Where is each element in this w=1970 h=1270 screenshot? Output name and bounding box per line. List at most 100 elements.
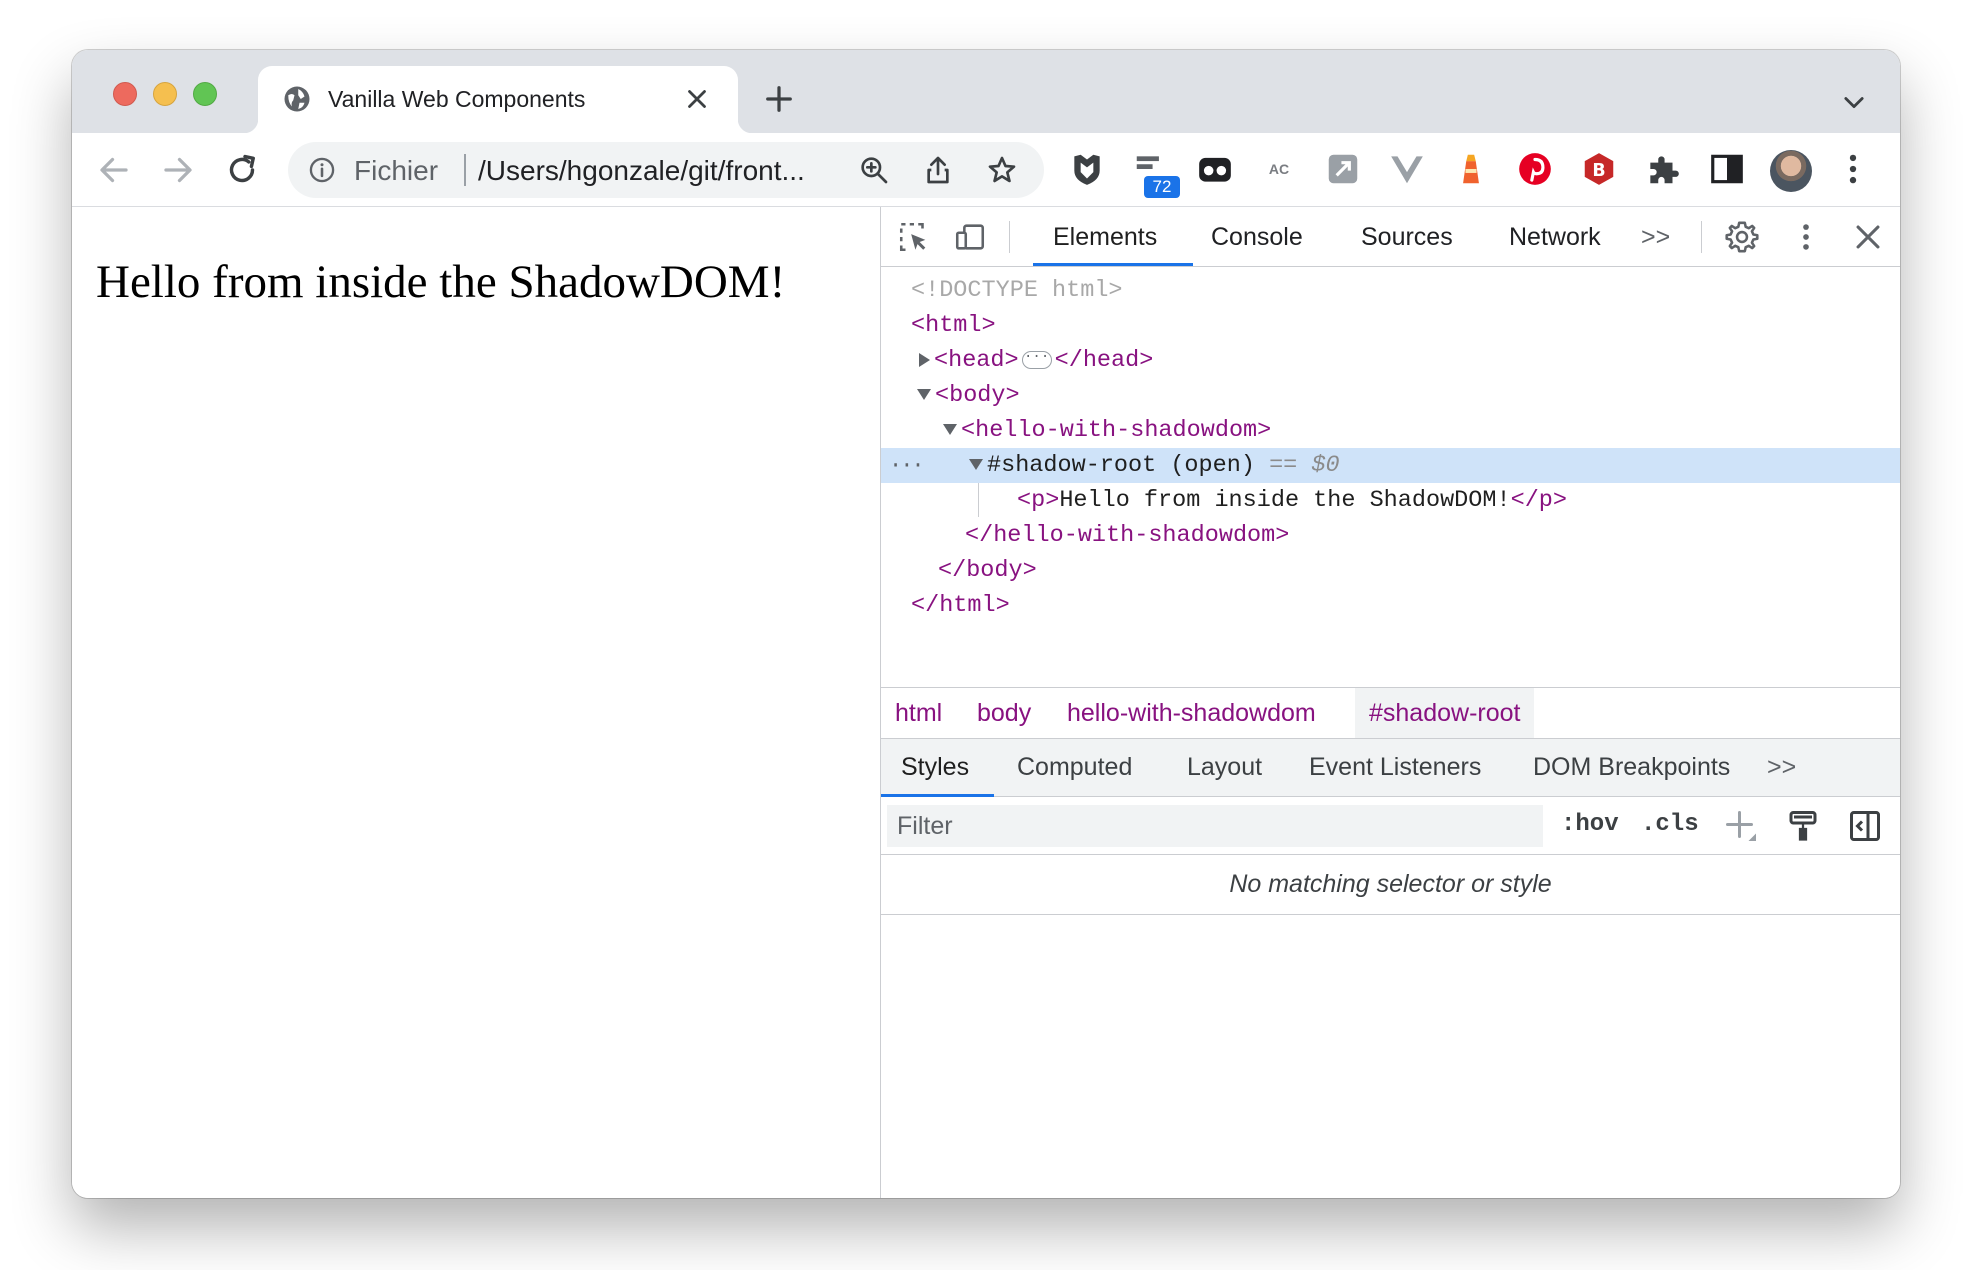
tree-row-doctype[interactable]: <!DOCTYPE html> [881,273,1900,308]
side-panel-icon[interactable] [1708,150,1746,188]
gear-icon[interactable] [1725,220,1759,254]
toggle-sidebar-icon[interactable] [1847,808,1883,844]
tab-computed[interactable]: Computed [1017,753,1132,782]
more-tabs-button[interactable]: >> [1767,753,1796,782]
pinterest-icon[interactable] [1516,150,1554,188]
share-icon[interactable] [922,154,954,186]
tab-sources[interactable]: Sources [1361,223,1453,252]
dom-tree: <!DOCTYPE html> <html> <head> ··· </head> … [881,269,1900,687]
tree-row-html[interactable]: <html> [881,308,1900,343]
tree-row-html-close[interactable]: </html> [881,588,1900,623]
breadcrumb-shadow-root[interactable]: #shadow-root [1355,688,1535,738]
forward-arrow-icon[interactable] [160,152,196,188]
hover-state-toggle[interactable]: :hov [1561,811,1619,838]
close-icon[interactable] [1851,220,1885,254]
breadcrumb: html body hello-with-shadowdom #shadow-r… [881,687,1900,739]
tab-title: Vanilla Web Components [328,86,586,112]
collapse-triangle-icon[interactable] [969,459,983,471]
component-close-tag: </hello-with-shadowdom> [965,522,1290,549]
active-tab-indicator [1033,263,1193,266]
styles-tabbar: Styles Computed Layout Event Listeners D… [881,739,1900,797]
tab-elements[interactable]: Elements [1053,223,1157,252]
vue-extension-icon[interactable] [1388,150,1426,188]
kebab-menu-icon[interactable] [1834,150,1872,188]
body-close-tag: </body> [938,557,1037,584]
tree-row-shadow-root[interactable]: ··· #shadow-root (open) == $0 [881,448,1900,483]
row-actions-dots[interactable]: ··· [889,448,925,483]
tab-network[interactable]: Network [1509,223,1601,252]
ac-extension-icon[interactable]: AC [1260,150,1298,188]
browser-window: Vanilla Web Components Fichier /Users/hg… [72,50,1900,1198]
no-matching-styles-message: No matching selector or style [881,855,1900,915]
puzzle-icon[interactable] [1644,150,1682,188]
collapse-triangle-icon[interactable] [917,389,931,401]
bookmark-star-icon[interactable] [986,154,1018,186]
tree-row-body[interactable]: <body> [881,378,1900,413]
tab-strip: Vanilla Web Components [72,50,1900,133]
tab-console[interactable]: Console [1211,223,1303,252]
head-close-tag: </head> [1054,347,1154,374]
minimize-window-button[interactable] [153,82,177,106]
tree-row-head[interactable]: <head> ··· </head> [881,343,1900,378]
extension-badge: 72 [1144,176,1180,198]
tab-styles[interactable]: Styles [901,753,969,782]
url-text[interactable]: /Users/hgonzale/git/front... [478,155,805,187]
shield-extension-icon[interactable] [1068,150,1106,188]
resize-extension-icon[interactable] [1324,150,1362,188]
mask-extension-icon[interactable] [1196,150,1234,188]
tab-layout[interactable]: Layout [1187,753,1262,782]
globe-icon [284,86,310,112]
p-close-tag: </p> [1510,487,1568,514]
page-viewport: Hello from inside the ShadowDOM! [72,207,880,1198]
component-open-tag: <hello-with-shadowdom> [961,417,1272,444]
avatar[interactable] [1770,150,1812,192]
inspect-element-icon[interactable] [897,220,931,254]
styles-filter-bar: :hov .cls [881,797,1900,855]
breadcrumb-hello-with-shadowdom[interactable]: hello-with-shadowdom [1053,688,1330,738]
body-open-tag: <body> [935,382,1020,409]
close-window-button[interactable] [113,82,137,106]
chevron-down-icon[interactable] [1840,88,1868,116]
paint-roller-icon[interactable] [1785,808,1821,844]
tree-guide-line [978,483,979,517]
collapsed-ellipsis-icon[interactable]: ··· [1021,350,1052,369]
tree-row-component[interactable]: <hello-with-shadowdom> [881,413,1900,448]
class-toggle[interactable]: .cls [1641,811,1699,838]
kebab-menu-icon[interactable] [1789,220,1823,254]
divider [1701,221,1702,253]
expand-triangle-icon[interactable] [919,352,930,367]
zoom-window-button[interactable] [193,82,217,106]
breadcrumb-body[interactable]: body [963,688,1045,738]
lighthouse-extension-icon[interactable] [1452,150,1490,188]
more-tabs-button[interactable]: >> [1641,223,1670,252]
tree-row-paragraph[interactable]: <p>Hello from inside the ShadowDOM!</p> [881,483,1900,518]
reload-icon[interactable] [224,152,260,188]
b-extension-icon[interactable]: B [1580,150,1618,188]
url-scheme-label: Fichier [354,155,439,186]
page-paragraph: Hello from inside the ShadowDOM! [96,256,786,308]
devtools-toolbar: Elements Console Sources Network >> [881,207,1900,267]
divider [464,154,466,186]
device-toolbar-icon[interactable] [953,220,987,254]
back-arrow-icon[interactable] [96,152,132,188]
tree-row-body-close[interactable]: </body> [881,553,1900,588]
shadow-root-node: #shadow-root (open) [987,452,1255,479]
new-style-rule-icon[interactable] [1723,808,1759,844]
tree-row-component-close[interactable]: </hello-with-shadowdom> [881,518,1900,553]
tab-dom-breakpoints[interactable]: DOM Breakpoints [1533,753,1730,782]
divider [1009,221,1010,253]
b-extension-label: B [1592,161,1605,181]
tab-event-listeners[interactable]: Event Listeners [1309,753,1481,782]
p-text-node: Hello from inside the ShadowDOM! [1059,487,1511,514]
info-icon[interactable] [308,156,336,184]
browser-tab[interactable]: Vanilla Web Components [244,66,752,133]
filter-input[interactable] [887,805,1543,847]
collapse-triangle-icon[interactable] [943,424,957,436]
close-icon[interactable] [682,84,712,114]
selected-node-marker: == $0 [1269,452,1340,479]
breadcrumb-html[interactable]: html [881,688,956,738]
address-bar[interactable]: Fichier /Users/hgonzale/git/front... [288,142,1044,198]
zoom-icon[interactable] [858,154,890,186]
new-tab-button[interactable] [764,84,794,114]
browser-toolbar: Fichier /Users/hgonzale/git/front... 72 … [72,133,1900,207]
